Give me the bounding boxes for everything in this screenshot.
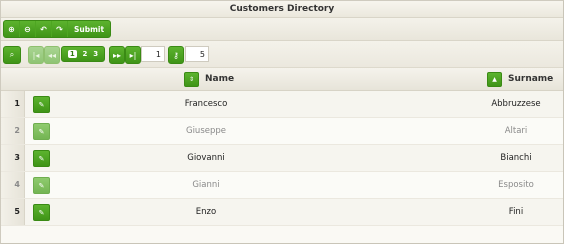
toolbar: ⊕ ⊖ ↶ ↷ Submit bbox=[1, 18, 563, 41]
cell-surname[interactable]: Abbruzzese bbox=[471, 91, 561, 117]
edit-icon: ✎ bbox=[38, 127, 45, 136]
last-page-icon: ▸| bbox=[129, 50, 137, 60]
table-row[interactable]: 3 ✎ Giovanni Bianchi bbox=[1, 145, 563, 172]
page-link-1[interactable]: 1 bbox=[67, 50, 77, 58]
search-icon: ⌕ bbox=[9, 50, 15, 59]
sort-icon: ⇕ bbox=[188, 76, 195, 83]
row-number: 2 bbox=[1, 118, 25, 144]
cell-name[interactable]: Giuseppe bbox=[151, 118, 261, 144]
column-header-name[interactable]: Name bbox=[205, 68, 234, 90]
pager: ⌕ |◂ ◂◂ 1 2 3 ▸▸ ▸| 1 ⚷ 5 bbox=[1, 41, 563, 68]
row-number: 3 bbox=[1, 145, 25, 171]
key-icon: ⚷ bbox=[173, 50, 179, 60]
undo-icon: ↶ bbox=[40, 24, 47, 34]
table-row[interactable]: 4 ✎ Gianni Esposito bbox=[1, 172, 563, 199]
edit-icon: ✎ bbox=[38, 208, 45, 217]
grid-title: Customers Directory bbox=[1, 1, 563, 18]
cell-name[interactable]: Francesco bbox=[151, 91, 261, 117]
remove-icon: ⊖ bbox=[24, 24, 31, 34]
cell-name[interactable]: Enzo bbox=[151, 199, 261, 225]
search-button[interactable]: ⌕ bbox=[3, 46, 21, 64]
remove-row-button[interactable]: ⊖ bbox=[20, 21, 36, 37]
page-link-2[interactable]: 2 bbox=[83, 50, 88, 58]
cell-surname[interactable]: Bianchi bbox=[471, 145, 561, 171]
add-row-button[interactable]: ⊕ bbox=[4, 21, 20, 37]
row-number: 5 bbox=[1, 199, 25, 225]
edit-row-button[interactable]: ✎ bbox=[33, 204, 50, 221]
go-to-page-button[interactable]: ⚷ bbox=[168, 46, 184, 64]
name-sort-button[interactable]: ⇕ bbox=[184, 72, 199, 87]
table-row[interactable]: 1 ✎ Francesco Abbruzzese bbox=[1, 91, 563, 118]
row-number: 1 bbox=[1, 91, 25, 117]
table-row[interactable]: 5 ✎ Enzo Fini bbox=[1, 199, 563, 226]
first-page-icon: |◂ bbox=[32, 50, 40, 60]
submit-button[interactable]: Submit bbox=[68, 21, 110, 37]
column-header-surname[interactable]: Surname bbox=[508, 68, 553, 90]
edit-icon: ✎ bbox=[38, 181, 45, 190]
grid-header: ⇕ Name ▲ Surname bbox=[1, 68, 563, 91]
add-icon: ⊕ bbox=[8, 24, 15, 34]
row-number: 4 bbox=[1, 172, 25, 198]
last-page-button[interactable]: ▸| bbox=[125, 46, 141, 64]
redo-icon: ↷ bbox=[56, 24, 63, 34]
first-page-button[interactable]: |◂ bbox=[28, 46, 44, 64]
page-numbers: 1 2 3 bbox=[61, 46, 105, 62]
edit-row-button[interactable]: ✎ bbox=[33, 150, 50, 167]
prev-page-button[interactable]: ◂◂ bbox=[44, 46, 60, 64]
redo-button[interactable]: ↷ bbox=[52, 21, 68, 37]
page-size-input[interactable]: 5 bbox=[185, 46, 209, 62]
cell-surname[interactable]: Fini bbox=[471, 199, 561, 225]
edit-row-button[interactable]: ✎ bbox=[33, 177, 50, 194]
cell-surname[interactable]: Altari bbox=[471, 118, 561, 144]
edit-row-button[interactable]: ✎ bbox=[33, 123, 50, 140]
sort-ascending-icon: ▲ bbox=[492, 76, 497, 83]
cell-surname[interactable]: Esposito bbox=[471, 172, 561, 198]
undo-button[interactable]: ↶ bbox=[36, 21, 52, 37]
table-row[interactable]: 2 ✎ Giuseppe Altari bbox=[1, 118, 563, 145]
edit-icon: ✎ bbox=[38, 100, 45, 109]
cell-name[interactable]: Giovanni bbox=[151, 145, 261, 171]
cell-name[interactable]: Gianni bbox=[151, 172, 261, 198]
toolbar-button-group: ⊕ ⊖ ↶ ↷ Submit bbox=[3, 20, 112, 38]
grid-body: 1 ✎ Francesco Abbruzzese 2 ✎ Giuseppe Al… bbox=[1, 91, 563, 226]
next-page-button[interactable]: ▸▸ bbox=[109, 46, 125, 64]
grid-window: Customers Directory ⊕ ⊖ ↶ ↷ Submit ⌕ |◂ … bbox=[0, 0, 564, 244]
edit-row-button[interactable]: ✎ bbox=[33, 96, 50, 113]
edit-icon: ✎ bbox=[38, 154, 45, 163]
page-link-3[interactable]: 3 bbox=[93, 50, 98, 58]
prev-page-icon: ◂◂ bbox=[47, 50, 57, 60]
surname-sort-button[interactable]: ▲ bbox=[487, 72, 502, 87]
page-number-input[interactable]: 1 bbox=[141, 46, 165, 62]
next-page-icon: ▸▸ bbox=[112, 50, 122, 60]
